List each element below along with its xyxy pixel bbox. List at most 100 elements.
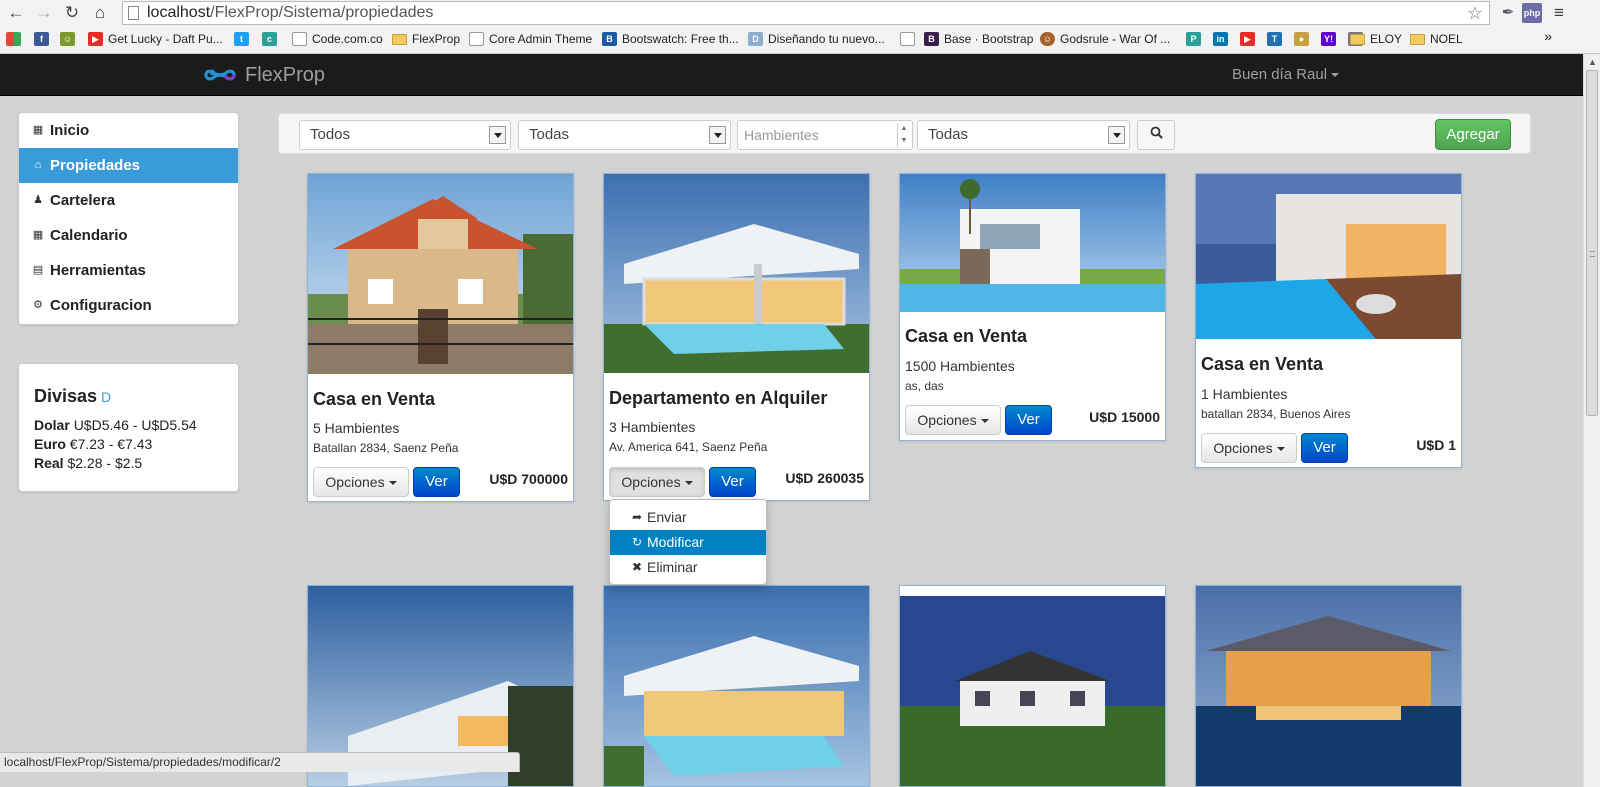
infinity-logo-icon (204, 69, 236, 81)
type-value: Todas (529, 126, 570, 143)
view-button[interactable]: Ver (1005, 405, 1052, 435)
spinner-icon[interactable]: ▲ ▼ (897, 123, 910, 147)
select-arrow-icon (489, 126, 506, 144)
youtube-icon[interactable]: ▶ (1240, 30, 1255, 48)
property-photo[interactable] (308, 174, 573, 374)
add-button[interactable]: Agregar (1435, 119, 1511, 150)
reload-icon[interactable]: ↻ (62, 3, 82, 23)
bookmark-8[interactable]: ELOY (1350, 30, 1402, 48)
brand[interactable]: FlexProp (203, 60, 325, 90)
options-button[interactable]: Opciones (905, 405, 1001, 435)
bookmark-0[interactable]: ▶ Get Lucky - Daft Pu... (88, 30, 223, 48)
page-icon (900, 32, 915, 46)
sidebar-item-inicio[interactable]: ▦ Inicio (19, 113, 238, 148)
bookmark-9[interactable]: NOEL (1410, 30, 1463, 48)
type-select[interactable]: Todas (518, 120, 731, 150)
property-photo[interactable] (604, 586, 869, 787)
options-button[interactable]: Opciones (609, 467, 705, 497)
home-icon[interactable]: ⌂ (90, 3, 110, 23)
more-bookmarks-icon[interactable]: » (1544, 28, 1552, 44)
game-icon: ☺ (1040, 32, 1055, 46)
card-address: batallan 2834, Buenos Aires (1201, 407, 1351, 421)
page-bookmark[interactable] (900, 30, 915, 48)
bookmark-label: Core Admin Theme (489, 32, 593, 46)
card-rooms: 1500 Hambientes (905, 358, 1015, 374)
bookmark-7[interactable]: ☺ Godsrule - War Of ... (1040, 30, 1170, 48)
menu-item-modificar[interactable]: ↻ Modificar (610, 530, 766, 555)
bookmark-2[interactable]: FlexProp (392, 30, 460, 48)
vertical-scrollbar[interactable]: ▲ (1583, 54, 1600, 787)
android-icon[interactable]: ☺ (60, 30, 75, 48)
currency-badge[interactable]: D (101, 389, 111, 405)
list-icon: ▤ (32, 264, 44, 276)
twitter-icon[interactable]: t (234, 30, 249, 48)
currency-row-dolar: Dolar U$D5.46 - U$D5.54 (34, 416, 223, 435)
apps-icon[interactable] (6, 30, 21, 48)
view-button[interactable]: Ver (1301, 433, 1348, 463)
options-button[interactable]: Opciones (313, 467, 409, 497)
eyedropper-icon[interactable]: ✒ (1498, 3, 1518, 23)
address-bar[interactable]: localhost/FlexProp/Sistema/propiedades ☆ (122, 1, 1490, 25)
sidebar-item-herramientas[interactable]: ▤ Herramientas (19, 253, 238, 288)
property-photo[interactable] (1196, 174, 1461, 339)
property-photo[interactable] (1196, 586, 1461, 787)
bookmark-label: FlexProp (412, 32, 461, 46)
card-rooms: 5 Hambientes (313, 420, 400, 436)
calendar-icon: ▦ (32, 229, 44, 241)
sidebar-item-label: Configuracion (50, 297, 152, 314)
rooms-placeholder: Hambientes (744, 127, 819, 143)
select-arrow-icon (1108, 126, 1125, 144)
sidebar-item-calendario[interactable]: ▦ Calendario (19, 218, 238, 253)
currency-value: $2.28 - $2.5 (67, 455, 143, 471)
bookmark-1[interactable]: Code.com.co (292, 30, 383, 48)
currency-row-real: Real $2.28 - $2.5 (34, 454, 223, 473)
bookmark-6[interactable]: B Base · Bootstrap (924, 30, 1033, 48)
bookmark-4[interactable]: B Bootswatch: Free th... (602, 30, 739, 48)
menu-item-label: Modificar (647, 534, 704, 550)
back-icon[interactable]: ← (6, 3, 26, 23)
cog-icon: ⚙ (33, 299, 43, 311)
scroll-up-icon[interactable]: ▲ (1588, 57, 1597, 67)
search-button[interactable] (1137, 120, 1175, 150)
linkedin-icon[interactable]: in (1213, 30, 1228, 48)
page-icon (469, 32, 484, 46)
menu-item-enviar[interactable]: ➦ Enviar (610, 505, 766, 530)
sidebar-item-cartelera[interactable]: ♟ Cartelera (19, 183, 238, 218)
bookmark-5[interactable]: D Diseñando tu nuevo... (748, 30, 885, 48)
currency-widget: Divisas D Dolar U$D5.46 - U$D5.54 Euro €7… (18, 363, 239, 492)
options-button[interactable]: Opciones (1201, 433, 1297, 463)
menu-icon[interactable]: ≡ (1549, 3, 1569, 23)
robot-icon[interactable]: ● (1294, 30, 1309, 48)
t-icon[interactable]: T (1267, 30, 1282, 48)
grid-icon: ▦ (32, 124, 44, 136)
user-greeting: Buen día Raul (1232, 66, 1328, 83)
bookmark-3[interactable]: Core Admin Theme (469, 30, 592, 48)
p-icon[interactable]: P (1186, 30, 1201, 48)
view-button[interactable]: Ver (709, 467, 756, 497)
sidebar-nav: ▦ Inicio ⌂ Propiedades ♟ Cartelera ▦ Calenda… (18, 112, 239, 325)
sidebar-item-configuracion[interactable]: ⚙ Configuracion (19, 288, 238, 323)
rooms-input[interactable]: Hambientes ▲ ▼ (737, 120, 913, 150)
yahoo-icon[interactable]: Y! (1321, 30, 1336, 48)
cloud-icon[interactable]: c (262, 30, 277, 48)
options-label: Opciones (325, 474, 385, 490)
brand-name: FlexProp (245, 63, 326, 86)
scroll-thumb[interactable] (1586, 70, 1598, 416)
city-select[interactable]: Todas (917, 120, 1130, 150)
user-menu[interactable]: Buen día Raul (1232, 66, 1340, 83)
menu-item-eliminar[interactable]: ✖ Eliminar (610, 555, 766, 580)
forward-icon[interactable]: → (34, 3, 54, 23)
property-photo[interactable] (900, 174, 1165, 312)
caret-down-icon (684, 481, 693, 486)
currency-name: Dolar (34, 417, 70, 433)
php-icon[interactable]: php (1522, 3, 1542, 23)
star-icon[interactable]: ☆ (1467, 2, 1483, 24)
property-photo[interactable] (604, 174, 869, 373)
sidebar-item-propiedades[interactable]: ⌂ Propiedades (19, 148, 238, 183)
operation-select[interactable]: Todos (299, 120, 511, 150)
facebook-icon[interactable]: f (34, 30, 49, 48)
caret-down-icon (1276, 447, 1285, 452)
view-button[interactable]: Ver (413, 467, 460, 497)
property-photo[interactable] (900, 586, 1165, 787)
options-dropdown-menu: ➦ Enviar ↻ Modificar ✖ Eliminar (609, 499, 767, 585)
